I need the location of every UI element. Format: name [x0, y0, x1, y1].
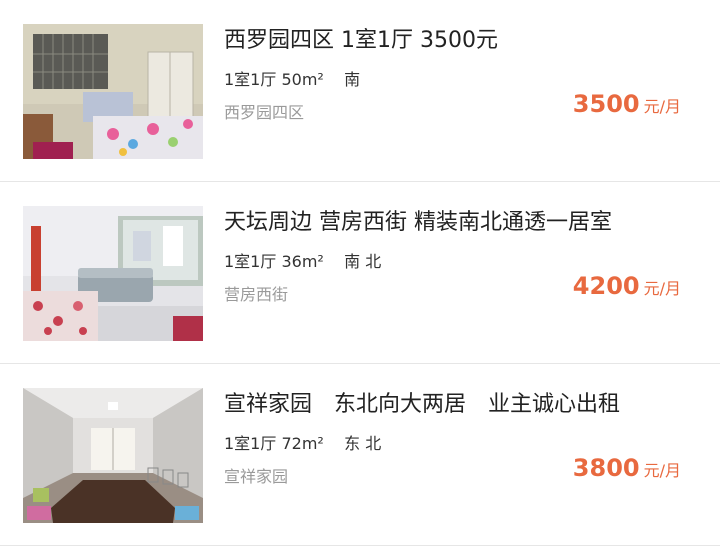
- listing-size: 72m²: [281, 434, 324, 453]
- empty-room-photo-icon: [23, 388, 203, 523]
- bedroom-photo-icon: [23, 24, 203, 159]
- listing-title: 西罗园四区 1室1厅 3500元: [224, 28, 498, 53]
- price-amount: 3800: [572, 454, 640, 482]
- listing-orientation: 东 北: [344, 434, 382, 453]
- price-amount: 3500: [572, 90, 640, 118]
- listing-price: 3800 元/月: [573, 454, 681, 482]
- listing-photo[interactable]: [23, 206, 203, 341]
- listing-title: 宣祥家园 东北向大两居 业主诚心出租: [224, 392, 621, 417]
- listing-area: 宣祥家园: [224, 467, 289, 486]
- price-unit: 元/月: [643, 461, 681, 480]
- listing-photo[interactable]: [23, 388, 203, 523]
- listing-orientation: 南 北: [344, 252, 382, 271]
- listing-orientation: 南: [344, 70, 361, 89]
- listing-price: 3500 元/月: [573, 90, 681, 118]
- listing-size: 36m²: [281, 252, 324, 271]
- price-unit: 元/月: [643, 279, 681, 298]
- listing-size: 50m²: [281, 70, 324, 89]
- listing-card[interactable]: 天坛周边 营房西街 精装南北通透一居室 1室1厅 36m² 南 北 营房西街 4…: [0, 182, 720, 364]
- listing-specs: 1室1厅 50m² 南: [224, 66, 360, 90]
- listing-area: 营房西街: [224, 285, 289, 304]
- price-unit: 元/月: [643, 97, 681, 116]
- listing-layout: 1室1厅: [224, 252, 277, 271]
- listing-card[interactable]: 宣祥家园 东北向大两居 业主诚心出租 1室1厅 72m² 东 北 宣祥家园 38…: [0, 364, 720, 546]
- listing-price: 4200 元/月: [573, 272, 681, 300]
- listing-layout: 1室1厅: [224, 434, 277, 453]
- living-room-photo-icon: [23, 206, 203, 341]
- listing-layout: 1室1厅: [224, 70, 277, 89]
- listing-list: 西罗园四区 1室1厅 3500元 1室1厅 50m² 南 西罗园四区 3500 元…: [0, 0, 720, 547]
- listing-specs: 1室1厅 72m² 东 北: [224, 430, 381, 454]
- listing-photo[interactable]: [23, 24, 203, 159]
- price-amount: 4200: [572, 272, 640, 300]
- listing-area: 西罗园四区: [224, 103, 305, 122]
- listing-title: 天坛周边 营房西街 精装南北通透一居室: [224, 210, 612, 235]
- listing-specs: 1室1厅 36m² 南 北: [224, 248, 381, 272]
- listing-card[interactable]: 西罗园四区 1室1厅 3500元 1室1厅 50m² 南 西罗园四区 3500 元…: [0, 0, 720, 182]
